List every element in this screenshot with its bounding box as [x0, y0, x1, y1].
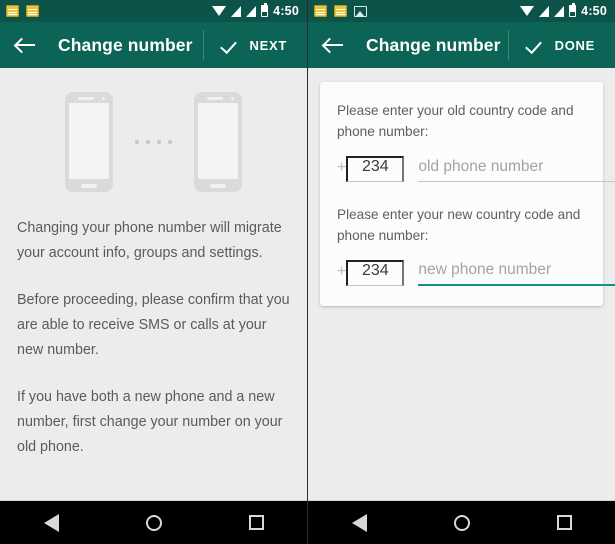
status-bar-notifications	[6, 5, 39, 17]
wifi-icon	[520, 5, 535, 16]
transfer-dot	[168, 140, 172, 144]
phone-home-button	[210, 184, 226, 188]
image-icon	[354, 5, 367, 17]
info-paragraph: If you have both a new phone and a new n…	[17, 389, 283, 455]
phone-home-button	[81, 184, 97, 188]
new-number-label: Please enter your new country code and p…	[337, 207, 581, 243]
note-icon	[6, 5, 19, 17]
info-paragraph: Changing your phone number will migrate …	[17, 220, 282, 261]
status-bar-clock: 4:50	[273, 4, 299, 18]
note-icon	[334, 5, 347, 17]
wifi-icon	[212, 5, 227, 16]
dual-screenshot: 4:50 Change number NEXT Changing your ph…	[0, 0, 615, 544]
left-content: Changing your phone number will migrate …	[0, 68, 307, 500]
transfer-dot	[135, 140, 139, 144]
note-icon	[26, 5, 39, 17]
next-button-label: NEXT	[249, 37, 287, 53]
page-title: Change number	[366, 34, 501, 55]
check-icon	[527, 37, 544, 54]
phone-screen	[69, 103, 109, 179]
phone-screen	[198, 103, 238, 179]
old-plus-sign: +	[337, 159, 347, 176]
nav-home-icon[interactable]	[145, 514, 162, 531]
done-button[interactable]: DONE	[507, 22, 615, 68]
new-country-code-input[interactable]	[346, 260, 405, 286]
battery-icon	[261, 3, 269, 17]
done-button-label: DONE	[554, 37, 595, 53]
system-navigation-bar	[0, 500, 307, 544]
nav-recents-icon[interactable]	[556, 515, 572, 530]
old-country-code-input[interactable]	[346, 156, 405, 182]
change-number-form-card: Please enter your old country code and p…	[320, 82, 615, 306]
old-number-label: Please enter your old country code and p…	[337, 103, 574, 139]
info-paragraphs: Changing your phone number will migrate …	[0, 198, 307, 460]
signal-icon	[246, 5, 257, 17]
new-number-field-row: +	[337, 260, 615, 286]
toolbar-divider	[202, 30, 204, 60]
back-arrow-icon[interactable]	[14, 33, 38, 57]
right-screen: 4:50 Change number DONE Please enter you…	[307, 0, 615, 544]
app-toolbar: Change number DONE	[308, 22, 615, 68]
nav-recents-icon[interactable]	[248, 515, 264, 530]
transfer-dots	[135, 140, 172, 144]
nav-back-icon[interactable]	[43, 513, 59, 532]
nav-back-icon[interactable]	[351, 513, 367, 532]
next-button[interactable]: NEXT	[202, 22, 307, 68]
check-icon	[222, 37, 239, 54]
phone-migration-illustration	[0, 68, 307, 198]
battery-icon	[569, 3, 577, 17]
left-screen: 4:50 Change number NEXT Changing your ph…	[0, 0, 307, 544]
old-phone-icon	[65, 92, 113, 192]
new-plus-sign: +	[337, 263, 347, 280]
new-phone-number-input[interactable]	[418, 261, 615, 286]
page-title: Change number	[58, 34, 193, 55]
status-bar: 4:50	[0, 0, 307, 22]
old-phone-number-input[interactable]	[418, 158, 615, 182]
status-bar: 4:50	[308, 0, 615, 22]
toolbar-divider	[507, 30, 509, 60]
transfer-dot	[146, 140, 150, 144]
status-bar-system-icons: 4:50	[212, 3, 301, 18]
signal-icon	[554, 5, 565, 17]
status-bar-system-icons: 4:50	[520, 3, 609, 18]
note-icon	[314, 5, 327, 17]
transfer-dot	[157, 140, 161, 144]
status-bar-notifications	[314, 5, 367, 17]
app-toolbar: Change number NEXT	[0, 22, 307, 68]
right-content: Please enter your old country code and p…	[308, 68, 615, 500]
new-phone-icon	[194, 92, 242, 192]
system-navigation-bar	[308, 500, 615, 544]
status-bar-clock: 4:50	[581, 4, 607, 18]
back-arrow-icon[interactable]	[322, 33, 346, 57]
signal-icon	[231, 5, 242, 17]
signal-icon	[539, 5, 550, 17]
old-number-field-row: +	[337, 156, 615, 182]
info-paragraph: Before proceeding, please confirm that y…	[17, 292, 290, 358]
nav-home-icon[interactable]	[453, 514, 470, 531]
